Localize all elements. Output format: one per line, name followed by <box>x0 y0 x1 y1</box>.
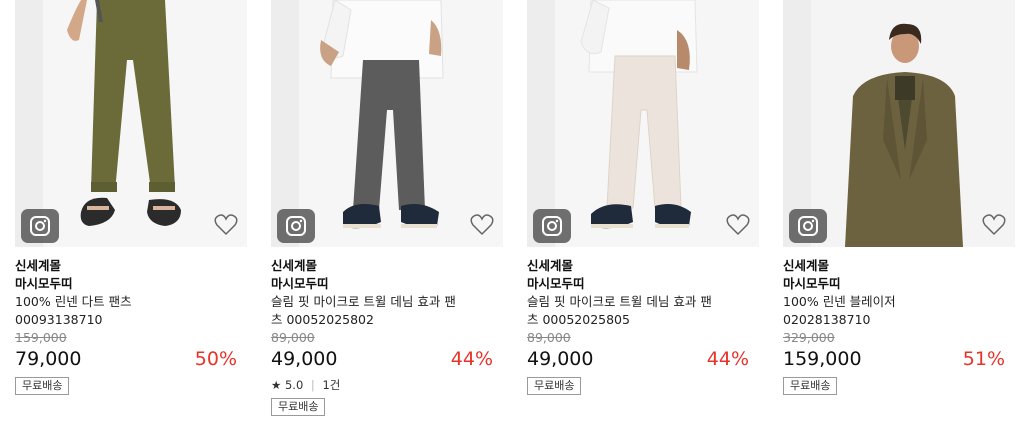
instagram-icon[interactable] <box>21 209 59 243</box>
product-image[interactable] <box>15 0 247 247</box>
discount-rate: 50% <box>194 348 237 370</box>
brand-name[interactable]: 마시모두띠 <box>783 275 1015 293</box>
discount-rate: 44% <box>706 348 749 370</box>
review-count: 1건 <box>322 378 341 392</box>
instagram-icon[interactable] <box>277 209 315 243</box>
product-card[interactable]: 신세계몰 마시모두띠 슬림 핏 마이크로 트윌 데님 효과 팬 츠 000520… <box>527 0 759 395</box>
free-shipping-badge: 무료배송 <box>527 377 582 395</box>
mall-name: 신세계몰 <box>271 258 318 273</box>
brand-name[interactable]: 마시모두띠 <box>15 275 247 293</box>
product-code: 02028138710 <box>783 312 871 327</box>
sale-price: 159,000 <box>783 348 862 370</box>
product-code: 츠 00052025802 <box>271 312 374 327</box>
original-price: 89,000 <box>527 330 571 345</box>
original-price: 89,000 <box>271 330 315 345</box>
heart-icon[interactable] <box>213 212 239 238</box>
heart-icon[interactable] <box>725 212 751 238</box>
discount-rate: 44% <box>450 348 493 370</box>
rating-score: 5.0 <box>284 378 304 392</box>
product-name[interactable]: 슬림 핏 마이크로 트윌 데님 효과 팬 <box>271 293 503 311</box>
mall-name: 신세계몰 <box>527 258 574 273</box>
mall-name: 신세계몰 <box>15 258 62 273</box>
discount-rate: 51% <box>962 348 1005 370</box>
original-price: 329,000 <box>783 330 835 345</box>
product-code: 츠 00052025805 <box>527 312 630 327</box>
instagram-icon[interactable] <box>789 209 827 243</box>
product-name[interactable]: 100% 린넨 블레이저 <box>783 293 1015 311</box>
product-image[interactable] <box>783 0 1015 247</box>
product-card[interactable]: 신세계몰 마시모두띠 슬림 핏 마이크로 트윌 데님 효과 팬 츠 000520… <box>271 0 503 416</box>
product-card[interactable]: 신세계몰 마시모두띠 100% 린넨 다트 팬츠 00093138710 159… <box>15 0 247 395</box>
free-shipping-badge: 무료배송 <box>271 398 326 416</box>
original-price: 159,000 <box>15 330 67 345</box>
rating[interactable]: ★ 5.0 | 1건 <box>271 377 503 393</box>
sale-price: 49,000 <box>271 348 338 370</box>
sale-price: 49,000 <box>527 348 594 370</box>
product-image[interactable] <box>271 0 503 247</box>
brand-name[interactable]: 마시모두띠 <box>271 275 503 293</box>
product-card[interactable]: 신세계몰 마시모두띠 100% 린넨 블레이저 02028138710 329,… <box>783 0 1015 395</box>
mall-name: 신세계몰 <box>783 258 830 273</box>
heart-icon[interactable] <box>469 212 495 238</box>
product-code: 00093138710 <box>15 312 103 327</box>
brand-name[interactable]: 마시모두띠 <box>527 275 759 293</box>
free-shipping-badge: 무료배송 <box>15 377 70 395</box>
product-image[interactable] <box>527 0 759 247</box>
product-name[interactable]: 100% 린넨 다트 팬츠 <box>15 293 247 311</box>
instagram-icon[interactable] <box>533 209 571 243</box>
star-icon: ★ <box>271 378 282 392</box>
sale-price: 79,000 <box>15 348 82 370</box>
divider: | <box>310 378 315 392</box>
heart-icon[interactable] <box>981 212 1007 238</box>
product-grid: 신세계몰 마시모두띠 100% 린넨 다트 팬츠 00093138710 159… <box>0 0 1024 433</box>
product-name[interactable]: 슬림 핏 마이크로 트윌 데님 효과 팬 <box>527 293 759 311</box>
free-shipping-badge: 무료배송 <box>783 377 838 395</box>
